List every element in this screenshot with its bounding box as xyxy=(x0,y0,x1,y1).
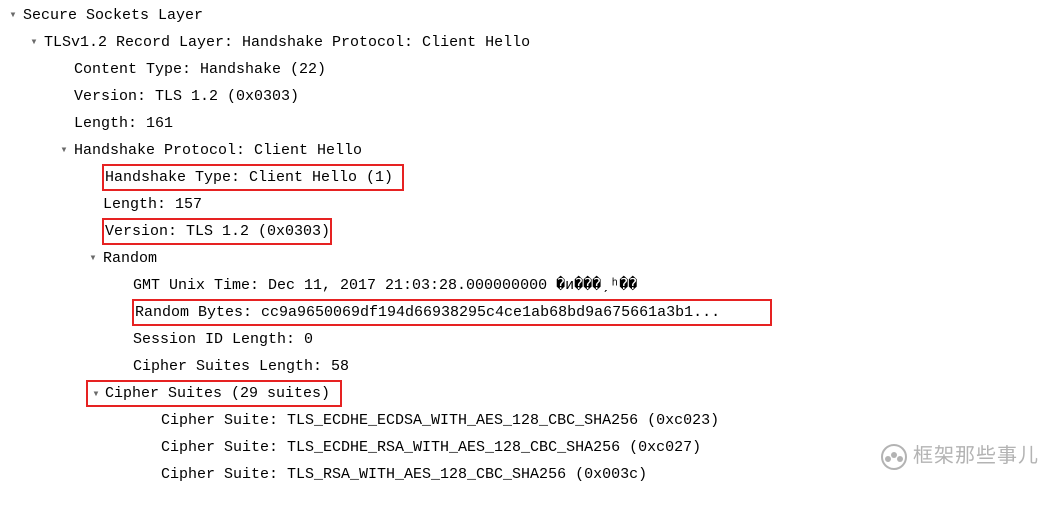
expand-icon[interactable]: ▾ xyxy=(86,245,100,272)
node-label-highlighted: Random Bytes: cc9a9650069df194d66938295c… xyxy=(132,299,772,326)
node-label: Cipher Suite: TLS_ECDHE_ECDSA_WITH_AES_1… xyxy=(160,407,720,434)
node-ssl[interactable]: ▾ Secure Sockets Layer xyxy=(0,2,1049,29)
node-session-id-length[interactable]: ▾ Session ID Length: 0 xyxy=(0,326,1049,353)
node-label: Handshake Protocol: Client Hello xyxy=(73,137,363,164)
node-cipher-suite-item[interactable]: ▾ Cipher Suite: TLS_ECDHE_ECDSA_WITH_AES… xyxy=(0,407,1049,434)
expand-icon[interactable]: ▾ xyxy=(6,2,20,29)
node-label: Cipher Suite: TLS_RSA_WITH_AES_128_CBC_S… xyxy=(160,461,648,488)
node-label: TLSv1.2 Record Layer: Handshake Protocol… xyxy=(43,29,531,56)
node-cipher-suites-length[interactable]: ▾ Cipher Suites Length: 58 xyxy=(0,353,1049,380)
node-cipher-suite-item[interactable]: ▾ Cipher Suite: TLS_ECDHE_RSA_WITH_AES_1… xyxy=(0,434,1049,461)
node-label: Random xyxy=(102,245,158,272)
node-record-version[interactable]: ▾ Version: TLS 1.2 (0x0303) xyxy=(0,83,1049,110)
node-random[interactable]: ▾ Random xyxy=(0,245,1049,272)
node-record-length[interactable]: ▾ Length: 161 xyxy=(0,110,1049,137)
node-content-type[interactable]: ▾ Content Type: Handshake (22) xyxy=(0,56,1049,83)
node-random-bytes[interactable]: ▾ Random Bytes: cc9a9650069df194d6693829… xyxy=(0,299,1049,326)
node-label: Content Type: Handshake (22) xyxy=(73,56,327,83)
node-handshake-protocol[interactable]: ▾ Handshake Protocol: Client Hello xyxy=(0,137,1049,164)
packet-tree: ▾ Secure Sockets Layer ▾ TLSv1.2 Record … xyxy=(0,0,1049,488)
node-handshake-type[interactable]: ▾ Handshake Type: Client Hello (1) xyxy=(0,164,1049,191)
node-handshake-length[interactable]: ▾ Length: 157 xyxy=(0,191,1049,218)
expand-icon[interactable]: ▾ xyxy=(57,137,71,164)
node-label: Length: 161 xyxy=(73,110,174,137)
node-label: GMT Unix Time: Dec 11, 2017 21:03:28.000… xyxy=(132,272,638,299)
node-label-highlighted: Handshake Type: Client Hello (1) xyxy=(102,164,404,191)
node-handshake-version[interactable]: ▾ Version: TLS 1.2 (0x0303) xyxy=(0,218,1049,245)
expand-icon[interactable]: ▾ xyxy=(27,29,41,56)
node-label: Cipher Suites Length: 58 xyxy=(132,353,350,380)
expand-icon[interactable]: ▾ xyxy=(89,388,103,400)
node-label: Length: 157 xyxy=(102,191,203,218)
node-label-highlighted: Version: TLS 1.2 (0x0303) xyxy=(102,218,332,245)
node-label-highlighted: Cipher Suites (29 suites) xyxy=(105,382,330,405)
node-gmt-time[interactable]: ▾ GMT Unix Time: Dec 11, 2017 21:03:28.0… xyxy=(0,272,1049,299)
node-label: Version: TLS 1.2 (0x0303) xyxy=(73,83,300,110)
node-cipher-suites[interactable]: ▾ Cipher Suites (29 suites) xyxy=(0,380,1049,407)
node-cipher-suite-item[interactable]: ▾ Cipher Suite: TLS_RSA_WITH_AES_128_CBC… xyxy=(0,461,1049,488)
node-label: Session ID Length: 0 xyxy=(132,326,314,353)
node-label: Secure Sockets Layer xyxy=(22,2,204,29)
node-label: Cipher Suite: TLS_ECDHE_RSA_WITH_AES_128… xyxy=(160,434,702,461)
node-record-layer[interactable]: ▾ TLSv1.2 Record Layer: Handshake Protoc… xyxy=(0,29,1049,56)
